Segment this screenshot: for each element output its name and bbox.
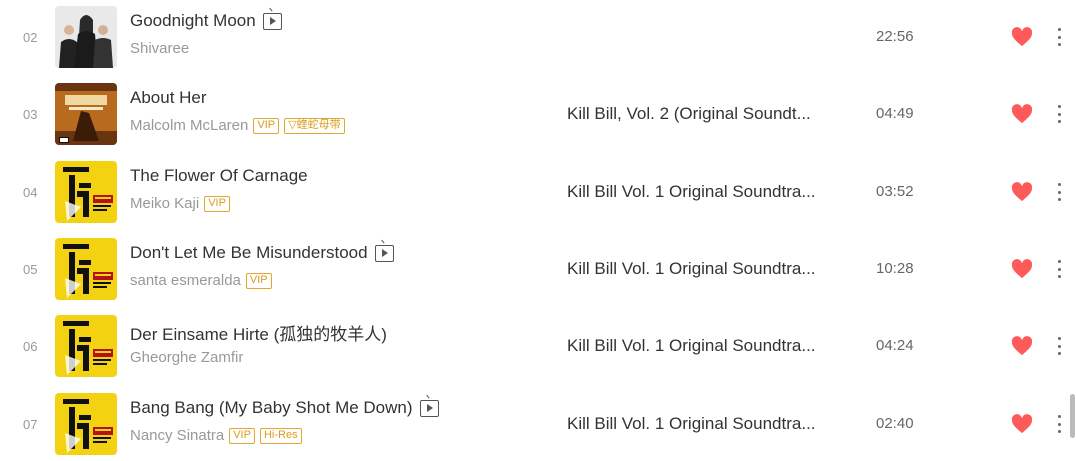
duration: 04:49 xyxy=(876,105,914,122)
artist-name[interactable]: Gheorghe Zamfir xyxy=(130,349,243,366)
artist-line: Nancy Sinatra VIP Hi-Res xyxy=(130,427,302,444)
album-cover[interactable] xyxy=(55,315,117,377)
track-number: 05 xyxy=(23,262,38,277)
duration: 04:24 xyxy=(876,337,914,354)
quality-badge: VIP xyxy=(204,195,230,212)
quality-badge: Hi-Res xyxy=(259,427,302,444)
quality-badge: VIP xyxy=(229,427,255,444)
song-title[interactable]: Don't Let Me Be Misunderstood xyxy=(130,243,368,263)
song-title[interactable]: Bang Bang (My Baby Shot Me Down) xyxy=(130,398,413,418)
heart-icon[interactable] xyxy=(1011,259,1033,279)
song-title[interactable]: About Her xyxy=(130,88,207,108)
duration: 03:52 xyxy=(876,183,914,200)
album-name[interactable]: Kill Bill Vol. 1 Original Soundtra... xyxy=(567,414,847,434)
mv-video-icon[interactable] xyxy=(374,244,394,262)
track-number: 03 xyxy=(23,107,38,122)
album-name[interactable]: Kill Bill Vol. 1 Original Soundtra... xyxy=(567,336,847,356)
song-title-line: Bang Bang (My Baby Shot Me Down) xyxy=(130,398,439,418)
artist-name[interactable]: Meiko Kaji xyxy=(130,195,199,212)
song-row[interactable]: 02 Goodnight Moon Shivaree 22:56 xyxy=(0,0,1068,76)
artist-name[interactable]: santa esmeralda xyxy=(130,272,241,289)
track-number: 04 xyxy=(23,185,38,200)
duration: 22:56 xyxy=(876,28,914,45)
album-cover[interactable] xyxy=(55,393,117,455)
album-name[interactable]: Kill Bill Vol. 1 Original Soundtra... xyxy=(567,259,847,279)
album-cover[interactable] xyxy=(55,6,117,68)
song-row[interactable]: 03 About Her Malcolm McLaren VIP ▽蝰蛇母带 Kill B… xyxy=(0,76,1068,153)
more-options-icon[interactable] xyxy=(1054,260,1064,278)
song-row[interactable]: 05 Don't Let Me Be Misunderstood santa esm… xyxy=(0,231,1068,308)
artist-line: Meiko Kaji VIP xyxy=(130,195,230,212)
track-number: 06 xyxy=(23,339,38,354)
scrollbar[interactable] xyxy=(1070,394,1075,438)
artist-name[interactable]: Nancy Sinatra xyxy=(130,427,224,444)
artist-line: Malcolm McLaren VIP ▽蝰蛇母带 xyxy=(130,117,345,134)
track-number: 02 xyxy=(23,30,38,45)
album-cover[interactable] xyxy=(55,238,117,300)
song-title[interactable]: Der Einsame Hirte (孤独的牧羊人) xyxy=(130,320,387,345)
heart-icon[interactable] xyxy=(1011,414,1033,434)
more-options-icon[interactable] xyxy=(1054,337,1064,355)
album-name[interactable]: Kill Bill Vol. 1 Original Soundtra... xyxy=(567,182,847,202)
more-options-icon[interactable] xyxy=(1054,415,1064,433)
track-number: 07 xyxy=(23,417,38,432)
artist-name[interactable]: Shivaree xyxy=(130,40,189,57)
mv-video-icon[interactable] xyxy=(419,399,439,417)
quality-badge: VIP xyxy=(245,272,272,289)
artist-line: Shivaree xyxy=(130,40,189,57)
heart-icon[interactable] xyxy=(1011,104,1033,124)
more-options-icon[interactable] xyxy=(1054,28,1064,46)
more-options-icon[interactable] xyxy=(1054,183,1064,201)
mv-video-icon[interactable] xyxy=(262,12,282,30)
song-row[interactable]: 06 Der Einsame Hirte (孤独的牧羊人) Gheorghe Zam… xyxy=(0,308,1068,385)
heart-icon[interactable] xyxy=(1011,336,1033,356)
duration: 02:40 xyxy=(876,415,914,432)
song-title-line: Don't Let Me Be Misunderstood xyxy=(130,243,394,263)
album-cover[interactable] xyxy=(55,83,117,145)
song-title-line: Der Einsame Hirte (孤独的牧羊人) xyxy=(130,320,387,345)
song-title-line: The Flower Of Carnage xyxy=(130,166,308,186)
artist-line: santa esmeralda VIP xyxy=(130,272,272,289)
song-title-line: About Her xyxy=(130,88,207,108)
song-row[interactable]: 07 Bang Bang (My Baby Shot Me Down) Nancy … xyxy=(0,386,1068,461)
quality-badge: VIP xyxy=(253,117,280,134)
song-row[interactable]: 04 The Flower Of Carnage Meiko Kaji VIP Kill… xyxy=(0,154,1068,231)
artist-name[interactable]: Malcolm McLaren xyxy=(130,117,248,134)
heart-icon[interactable] xyxy=(1011,27,1033,47)
song-title-line: Goodnight Moon xyxy=(130,11,282,31)
song-list: 02 Goodnight Moon Shivaree 22:56 03 About Her… xyxy=(0,0,1076,461)
artist-line: Gheorghe Zamfir xyxy=(130,349,243,366)
quality-badge: ▽蝰蛇母带 xyxy=(284,117,345,134)
album-cover[interactable] xyxy=(55,161,117,223)
heart-icon[interactable] xyxy=(1011,182,1033,202)
more-options-icon[interactable] xyxy=(1054,105,1064,123)
song-title[interactable]: The Flower Of Carnage xyxy=(130,166,308,186)
song-title[interactable]: Goodnight Moon xyxy=(130,11,256,31)
duration: 10:28 xyxy=(876,260,914,277)
album-name[interactable]: Kill Bill, Vol. 2 (Original Soundt... xyxy=(567,104,847,124)
